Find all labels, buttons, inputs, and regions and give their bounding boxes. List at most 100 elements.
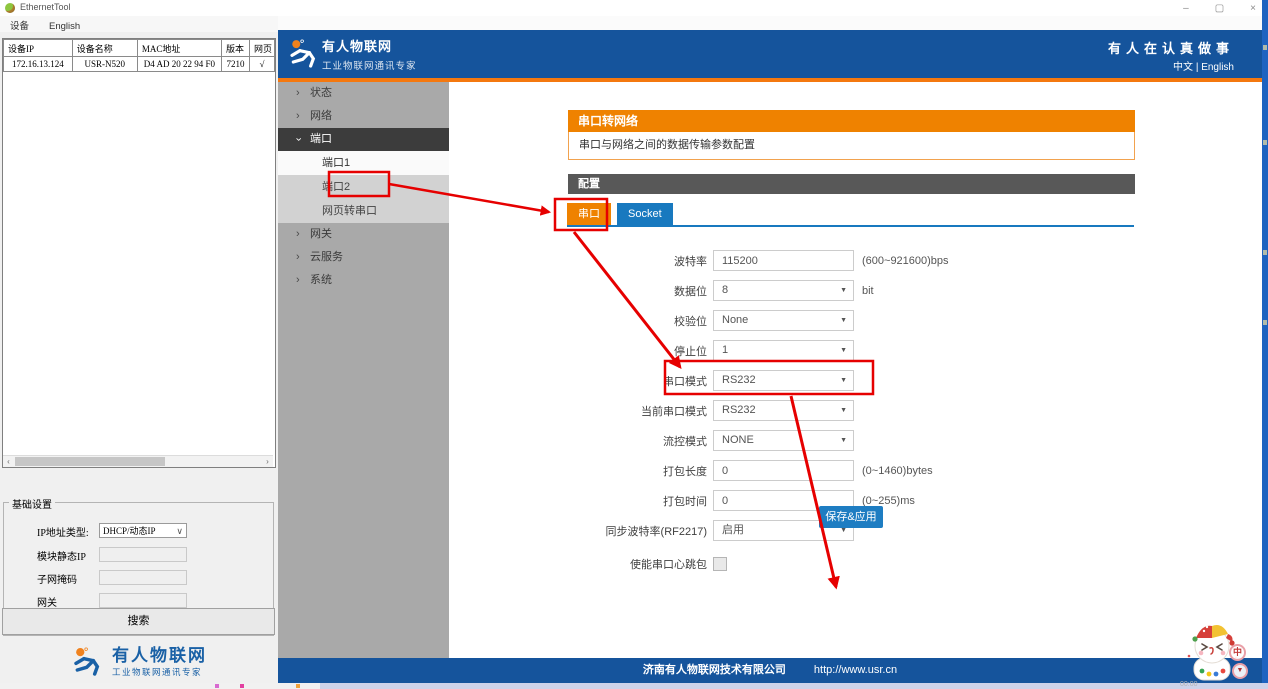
sidebar-item-label: 云服务 <box>310 251 343 263</box>
chevron-collapsed-icon: › <box>296 228 300 240</box>
sidebar-item-label: 端口2 <box>322 181 351 193</box>
table-cell: USR-N520 <box>71 56 138 72</box>
minimize-icon[interactable]: – <box>1183 3 1189 14</box>
select-当前串口模式[interactable]: RS232 ▼ <box>713 400 854 421</box>
dropdown-arrow-icon: ▼ <box>840 437 847 444</box>
basic-field-label: 模块静态IP <box>37 552 86 563</box>
table-row[interactable]: 172.16.13.124 USR-N520 D4 AD 20 22 94 F0 72… <box>3 56 276 72</box>
form-row-使能串口心跳包: 使能串口心跳包 <box>452 553 1212 574</box>
sidebar-item-网页转串口[interactable]: 网页转串口 <box>278 199 449 223</box>
basic-field-label: 子网掩码 <box>37 575 77 586</box>
mascot-badge-arrow[interactable]: ▼ <box>1232 663 1248 679</box>
form-row-波特率: 波特率 (600~921600)bps <box>452 250 1212 271</box>
sidebar-item-label: 网关 <box>310 228 332 240</box>
taskbar-icon[interactable] <box>215 684 219 688</box>
dropdown-arrow-icon: ▼ <box>840 287 847 294</box>
form-label: 流控模式 <box>663 435 707 448</box>
basic-field-label: IP地址类型: <box>37 528 89 539</box>
form-label: 波特率 <box>674 255 707 268</box>
input-打包长度 <box>713 460 854 481</box>
web-config-panel: 有人物联网 工业物联网通讯专家 有人在认真做事 中文 | English › 状态… <box>278 16 1262 683</box>
dropdown-arrow-icon: ▼ <box>840 347 847 354</box>
sidebar-item-云服务[interactable]: › 云服务 <box>278 246 449 269</box>
scroll-right-icon[interactable]: › <box>262 456 273 467</box>
select-数据位[interactable]: 8 ▼ <box>713 280 854 301</box>
horizontal-scrollbar[interactable]: ‹ › <box>3 455 273 467</box>
dropdown-arrow-icon: ▼ <box>840 377 847 384</box>
basic-field-row: IP地址类型: DHCP/动态IP ∨ <box>4 523 273 539</box>
sidebar-item-label: 网页转串口 <box>322 205 377 217</box>
text-input[interactable] <box>722 251 853 270</box>
chevron-collapsed-icon: › <box>296 251 300 263</box>
sidebar-item-端口[interactable]: › 端口 <box>278 128 449 151</box>
usr-person-icon <box>74 647 100 676</box>
app-icon <box>5 3 15 13</box>
header-motto: 有人在认真做事 <box>1107 41 1234 56</box>
save-apply-button[interactable]: 保存&应用 <box>819 506 883 528</box>
close-icon[interactable]: × <box>1250 3 1256 14</box>
device-list: 设备IP 设备名称 MAC地址 版本 网页 172.16.13.124 USR-N520 D… <box>2 38 276 468</box>
ethernet-tool-panel: 设备IP 设备名称 MAC地址 版本 网页 172.16.13.124 USR-N520 D… <box>0 32 278 683</box>
sidebar-item-网关[interactable]: › 网关 <box>278 223 449 246</box>
taskbar-icon[interactable] <box>296 684 300 688</box>
footer-url[interactable]: http://www.usr.cn <box>814 664 897 676</box>
sidebar-item-label: 系统 <box>310 274 332 286</box>
mascot-badge-zhong[interactable]: 中 <box>1229 644 1246 661</box>
tab-串口[interactable]: 串口 <box>567 203 611 225</box>
column-header: MAC地址 <box>136 39 223 57</box>
chevron-expanded-icon: › <box>292 137 305 142</box>
chevron-collapsed-icon: › <box>296 110 300 122</box>
section-config-title: 配置 <box>568 174 1135 194</box>
text-input[interactable] <box>722 461 853 480</box>
device-table[interactable]: 设备IP 设备名称 MAC地址 版本 网页 172.16.13.124 USR-N520 D… <box>3 39 276 72</box>
select-串口模式[interactable]: RS232 ▼ <box>713 370 854 391</box>
page-subtitle: 串口与网络之间的数据传输参数配置 <box>568 132 1135 160</box>
column-header: 版本 <box>221 39 250 57</box>
sidebar-item-网络[interactable]: › 网络 <box>278 105 449 128</box>
column-header: 网页 <box>248 39 276 57</box>
dropdown-arrow-icon: ▼ <box>840 317 847 324</box>
web-top-strip <box>278 16 1262 30</box>
basic-settings-title: 基础设置 <box>9 496 55 511</box>
form-label: 打包时间 <box>663 495 707 508</box>
ip-type-select[interactable]: DHCP/动态IP ∨ <box>99 523 187 538</box>
dropdown-arrow-icon: ▼ <box>840 407 847 414</box>
checkbox-使能串口心跳包[interactable] <box>713 556 727 571</box>
form-label: 当前串口模式 <box>641 405 707 418</box>
search-button[interactable]: 搜索 <box>2 608 275 635</box>
form-hint: (0~255)ms <box>862 494 915 507</box>
taskbar-icon[interactable] <box>240 684 244 688</box>
select-校验位[interactable]: None ▼ <box>713 310 854 331</box>
sidebar-item-label: 端口1 <box>322 157 351 169</box>
select-流控模式[interactable]: NONE ▼ <box>713 430 854 451</box>
taskbar-time: 00:00 <box>1180 681 1198 688</box>
scroll-thumb[interactable] <box>15 457 165 466</box>
menu-item-0[interactable]: 设备 <box>0 17 39 33</box>
sidebar-item-label: 端口 <box>310 133 332 145</box>
web-sidebar: › 状态 › 网络 › 端口 端口1 端口2 网页转串口 › 网关 › 云服务 › 系统 <box>278 82 449 658</box>
sidebar-item-端口2[interactable]: 端口2 <box>278 175 449 199</box>
sidebar-item-状态[interactable]: › 状态 <box>278 82 449 105</box>
app-logo-slogan: 工业物联网通讯专家 <box>112 666 203 677</box>
language-switch[interactable]: 中文 | English <box>1173 58 1234 73</box>
web-brand-slogan: 工业物联网通讯专家 <box>322 61 417 72</box>
maximize-icon[interactable]: ▢ <box>1215 3 1224 14</box>
window-controls: – ▢ × <box>1183 0 1256 16</box>
form-row-流控模式: 流控模式 NONE ▼ <box>452 430 1212 451</box>
select-停止位[interactable]: 1 ▼ <box>713 340 854 361</box>
form-row-打包长度: 打包长度 (0~1460)bytes <box>452 460 1212 481</box>
scroll-left-icon[interactable]: ‹ <box>3 456 14 467</box>
basic-field-row: 网关 <box>4 593 273 609</box>
column-header: 设备名称 <box>71 39 138 57</box>
serial-form: 波特率 (600~921600)bps 数据位 8▼ bit 校验位 None▼ 停止位 1▼ 串… <box>452 250 1212 583</box>
table-cell: √ <box>248 56 276 72</box>
basic-field-row: 模块静态IP <box>4 547 273 563</box>
sidebar-item-系统[interactable]: › 系统 <box>278 269 449 292</box>
form-row-数据位: 数据位 8 ▼ bit <box>452 280 1212 301</box>
tab-underline <box>567 225 1134 227</box>
form-label: 打包长度 <box>663 465 707 478</box>
window-titlebar: EthernetTool – ▢ × <box>0 0 1268 16</box>
basic-field-input <box>99 593 187 608</box>
tab-Socket[interactable]: Socket <box>617 203 673 225</box>
sidebar-item-端口1[interactable]: 端口1 <box>278 151 449 175</box>
